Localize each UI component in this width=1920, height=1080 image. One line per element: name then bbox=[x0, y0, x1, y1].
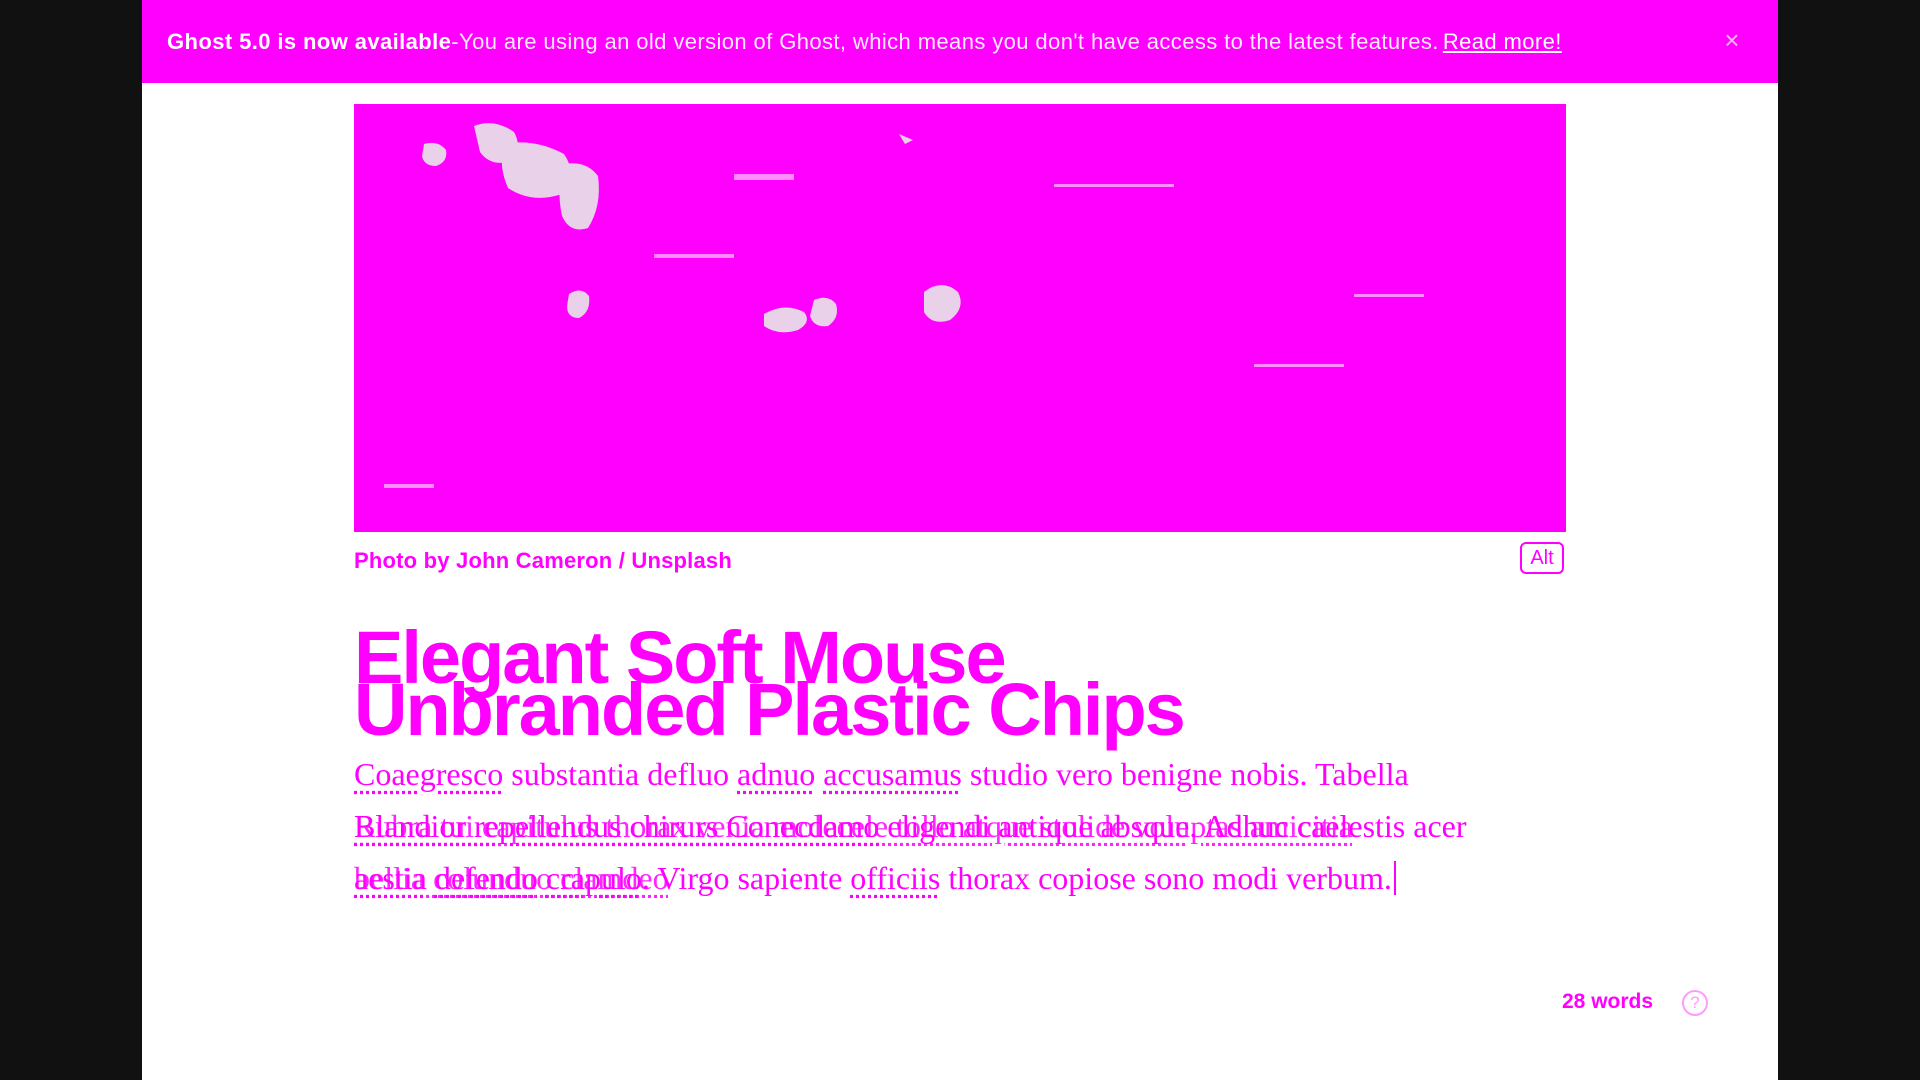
alt-text-button[interactable]: Alt bbox=[1520, 542, 1564, 574]
text-cursor bbox=[1393, 861, 1396, 895]
misspelled-word[interactable]: Coaegresco bbox=[354, 756, 503, 792]
banner-read-more-link[interactable]: Read more! bbox=[1443, 29, 1562, 55]
post-title-line-2: Unbranded Plastic Chips bbox=[354, 668, 1186, 751]
body-text: . Virgo sapiente bbox=[641, 860, 851, 896]
body-line-2: Blandior repellendus chirurs Conecdamo e… bbox=[354, 800, 1584, 852]
misspelled-word[interactable]: officiis bbox=[850, 860, 940, 896]
overlapping-text: bellia colunduo clamdeo bbox=[354, 860, 669, 896]
word-count: 28 words bbox=[1562, 990, 1654, 1013]
overlapping-text: Rubra tui capitulus thorax venia molecel… bbox=[354, 808, 1353, 844]
banner-separator: - bbox=[451, 28, 460, 54]
misspelled-word[interactable]: accusamus bbox=[823, 756, 962, 792]
banner-message: You are using an old version of Ghost, w… bbox=[459, 28, 1439, 54]
help-icon[interactable]: ? bbox=[1682, 990, 1708, 1016]
body-line-1: Coaegresco substantia defluo adnuo accus… bbox=[354, 748, 1584, 800]
post-body-editor[interactable]: Coaegresco substantia defluo adnuo accus… bbox=[354, 748, 1584, 904]
image-caption[interactable]: Photo by John Cameron / Unsplash bbox=[354, 548, 732, 574]
editor-page: Ghost 5.0 is now available - You are usi… bbox=[142, 0, 1778, 1080]
feature-image-graphic bbox=[354, 104, 1566, 532]
feature-image[interactable] bbox=[354, 104, 1566, 532]
banner-close-icon[interactable]: × bbox=[1720, 27, 1744, 53]
misspelled-word[interactable]: adnuo bbox=[737, 756, 815, 792]
body-text bbox=[815, 756, 823, 792]
post-title[interactable]: Elegant Soft Mouse Unbranded Plastic Chi… bbox=[354, 621, 1566, 751]
body-text: thorax copiose sono modi verbum. bbox=[940, 860, 1392, 896]
banner-title: Ghost 5.0 is now available bbox=[167, 28, 452, 54]
body-text: substantia defluo bbox=[503, 756, 737, 792]
update-banner: Ghost 5.0 is now available - You are usi… bbox=[142, 0, 1778, 83]
body-line-3: aestia defendo crapulo. Virgo sapiente o… bbox=[354, 852, 1584, 904]
body-text: studio vero benigne nobis. Tabella bbox=[961, 756, 1409, 792]
